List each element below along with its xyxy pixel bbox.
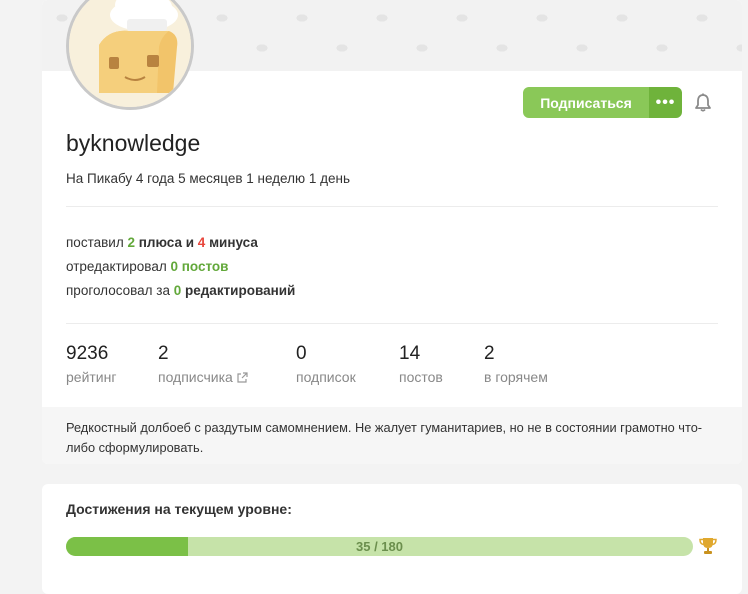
username: byknowledge: [66, 130, 201, 156]
edited-count-link[interactable]: 0: [170, 259, 178, 274]
trophy-icon[interactable]: [698, 536, 718, 556]
activity-edit-votes: проголосовал за 0 редактирований: [66, 283, 296, 298]
avatar-image: [69, 0, 191, 107]
achievements-title: Достижения на текущем уровне:: [66, 501, 292, 517]
about-section: Редкостный долбоеб с раздутым самомнение…: [42, 407, 742, 464]
more-options-button[interactable]: •••: [649, 87, 682, 118]
external-link-icon[interactable]: [237, 372, 248, 383]
progress-text: 35 / 180: [356, 539, 403, 554]
stat-hot: 2 в горячем: [484, 343, 548, 385]
member-since: На Пикабу 4 года 5 месяцев 1 неделю 1 де…: [66, 171, 351, 186]
subscribe-button[interactable]: Подписаться: [523, 87, 649, 118]
divider: [66, 206, 718, 207]
activity-edits: отредактировал 0 постов: [66, 259, 229, 274]
achievements-progress-bar: 35 / 180: [66, 537, 693, 556]
about-text: Редкостный долбоеб с раздутым самомнение…: [66, 420, 703, 455]
edited-posts-link[interactable]: постов: [178, 259, 229, 274]
bell-icon[interactable]: [692, 92, 714, 114]
avatar[interactable]: [66, 0, 194, 110]
achievements-card: Достижения на текущем уровне: 35 / 180: [42, 484, 742, 594]
stat-subscribers[interactable]: 2 подписчика: [158, 343, 248, 385]
divider: [66, 323, 718, 324]
stat-subscriptions: 0 подписок: [296, 343, 356, 385]
stat-posts: 14 постов: [399, 343, 443, 385]
stat-rating: 9236 рейтинг: [66, 343, 117, 385]
activity-votes: поставил 2 плюса и 4 минуса: [66, 235, 258, 250]
subscribe-group: Подписаться •••: [523, 87, 682, 118]
profile-card: Подписаться ••• byknowledge На Пикабу 4 …: [42, 0, 742, 464]
